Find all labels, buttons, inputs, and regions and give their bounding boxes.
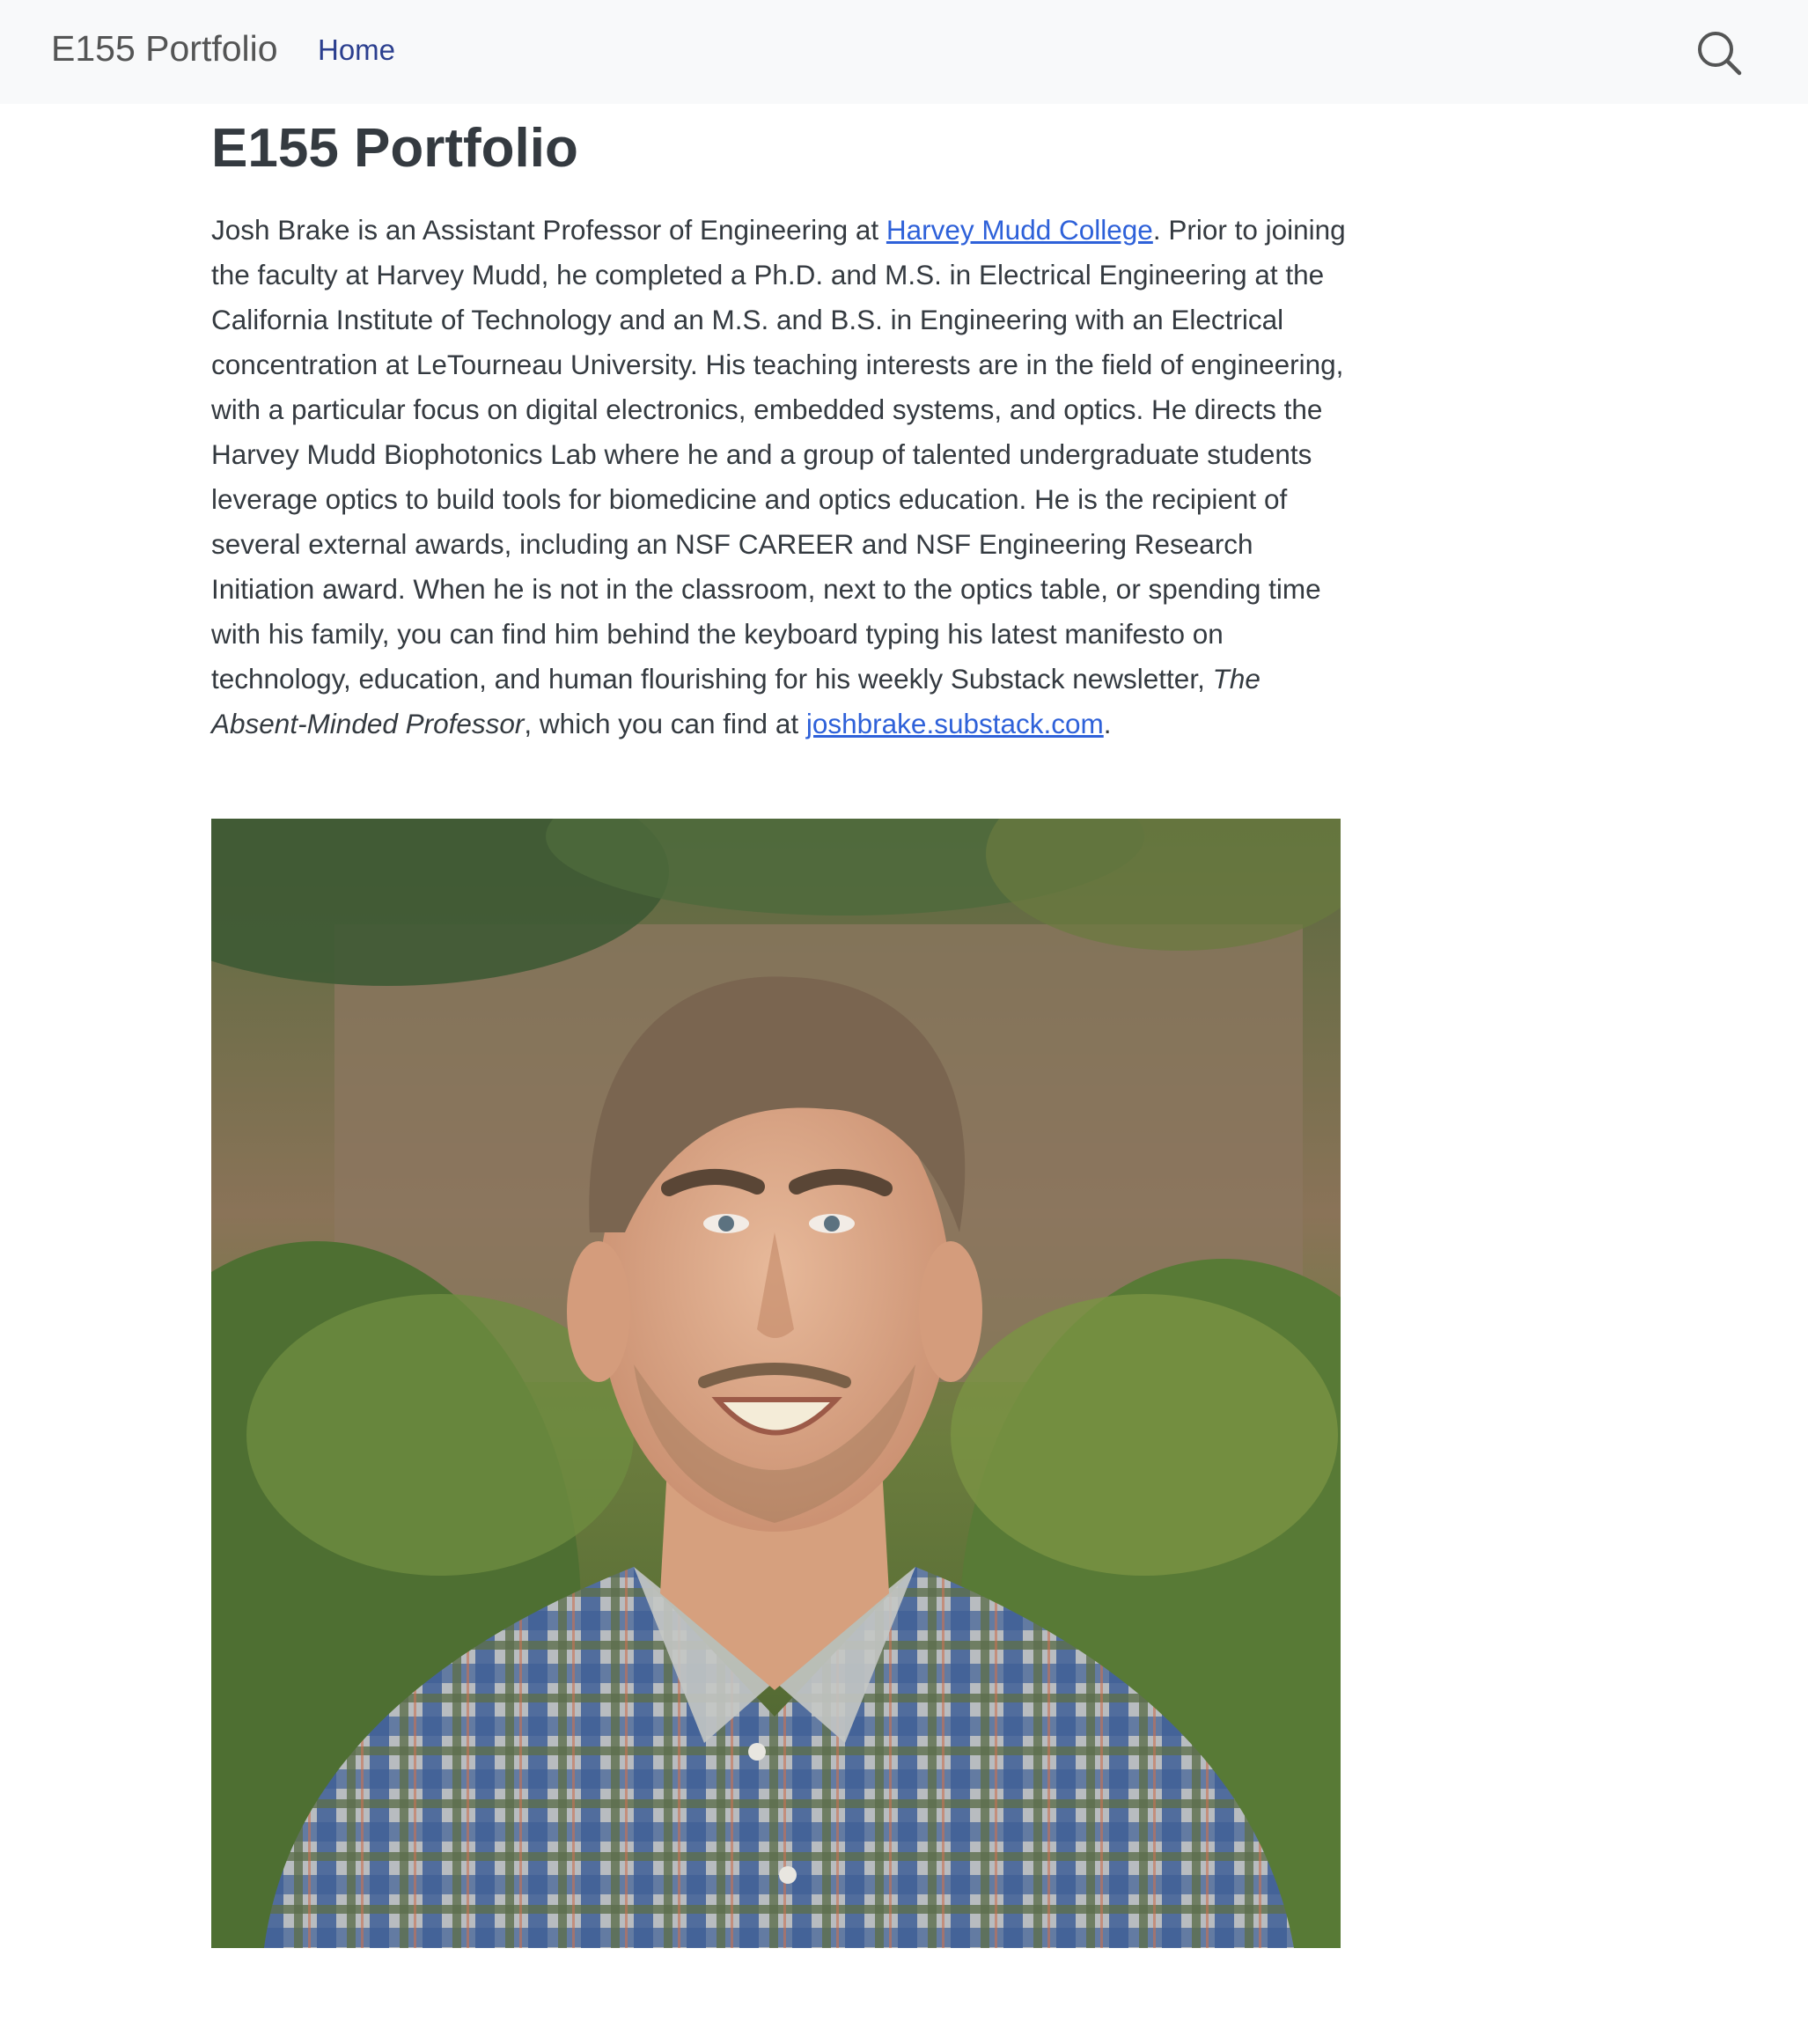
navbar: E155 Portfolio Home	[0, 0, 1808, 104]
bio-text: , which you can find at	[524, 708, 806, 739]
navbar-brand[interactable]: E155 Portfolio	[51, 28, 278, 70]
bio-paragraph: Josh Brake is an Assistant Professor of …	[211, 208, 1347, 746]
portrait-photo	[211, 819, 1341, 1948]
page-title: E155 Portfolio	[211, 118, 578, 179]
bio-text: . Prior to joining the faculty at Harvey…	[211, 214, 1346, 695]
harvey-mudd-link[interactable]: Harvey Mudd College	[886, 214, 1153, 246]
substack-link[interactable]: joshbrake.substack.com	[806, 708, 1104, 739]
bio-text: .	[1103, 708, 1112, 739]
nav-link-home[interactable]: Home	[318, 33, 395, 67]
bio-text: Josh Brake is an Assistant Professor of …	[211, 214, 886, 246]
search-icon[interactable]	[1695, 29, 1743, 77]
